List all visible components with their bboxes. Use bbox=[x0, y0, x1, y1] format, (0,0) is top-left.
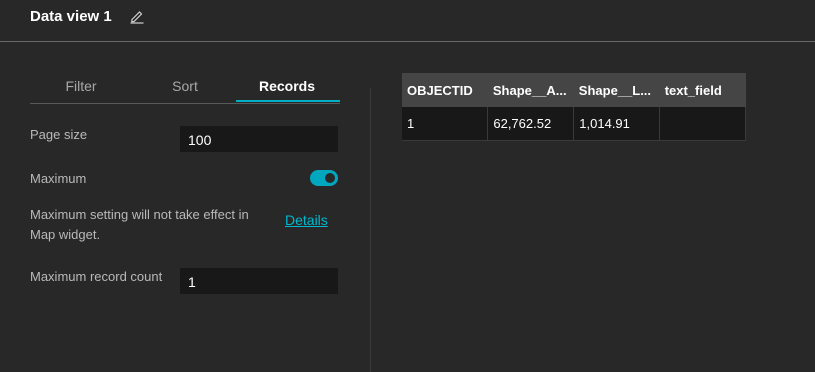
column-header-shape-area[interactable]: Shape__A... bbox=[488, 73, 574, 107]
pencil-icon[interactable] bbox=[129, 8, 145, 24]
maximum-toggle[interactable] bbox=[310, 170, 338, 186]
tab-sort[interactable]: Sort bbox=[134, 74, 236, 103]
page-size-label: Page size bbox=[30, 127, 88, 142]
table-row[interactable]: 1 62,762.52 1,014.91 bbox=[402, 107, 746, 141]
table-header-row: OBJECTID Shape__A... Shape__L... text_fi… bbox=[402, 73, 746, 107]
cell-text-field bbox=[659, 107, 746, 141]
cell-objectid: 1 bbox=[402, 107, 488, 141]
tab-records[interactable]: Records bbox=[236, 74, 338, 103]
tab-filter[interactable]: Filter bbox=[30, 74, 132, 103]
panel-divider bbox=[370, 88, 371, 372]
column-header-shape-length[interactable]: Shape__L... bbox=[574, 73, 660, 107]
max-record-count-label: Maximum record count bbox=[30, 269, 163, 284]
page-title: Data view 1 bbox=[30, 8, 112, 25]
maximum-note: Maximum setting will not take effect in … bbox=[30, 207, 249, 242]
cell-shape-length: 1,014.91 bbox=[573, 107, 660, 141]
active-tab-indicator bbox=[236, 100, 340, 102]
toggle-knob bbox=[325, 173, 335, 183]
details-link[interactable]: Details bbox=[285, 212, 328, 228]
page-size-input[interactable]: 100 bbox=[180, 126, 338, 152]
header-bar: Data view 1 bbox=[0, 0, 815, 42]
maximum-label: Maximum bbox=[30, 171, 87, 186]
column-header-objectid[interactable]: OBJECTID bbox=[402, 73, 488, 107]
records-table: OBJECTID Shape__A... Shape__L... text_fi… bbox=[402, 73, 746, 141]
max-record-count-input[interactable]: 1 bbox=[180, 268, 338, 294]
column-header-text-field[interactable]: text_field bbox=[660, 73, 746, 107]
cell-shape-area: 62,762.52 bbox=[487, 107, 574, 141]
